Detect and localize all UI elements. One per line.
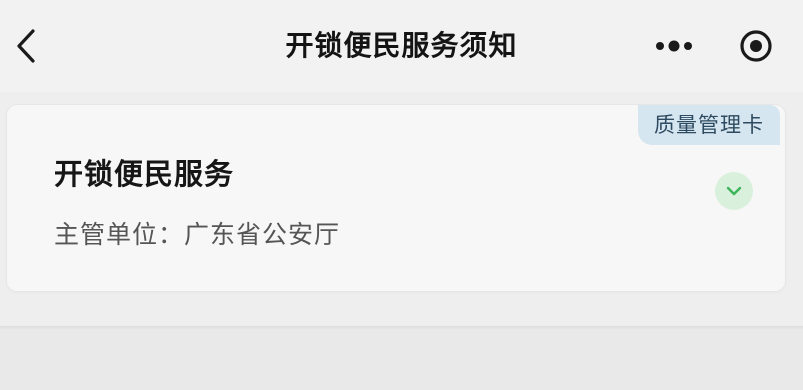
target-close-icon [740,30,772,62]
more-dots-icon [656,40,692,52]
close-miniprogram-button[interactable] [734,24,778,68]
chevron-down-icon [726,186,742,196]
lower-section [0,326,803,390]
service-name: 开锁便民服务 [54,157,235,191]
authority-value: 广东省公安厅 [184,220,341,249]
service-card: 质量管理卡 开锁便民服务 主管单位：广东省公安厅 [7,105,785,291]
authority-label: 主管单位： [54,220,185,249]
expand-button[interactable] [715,172,753,210]
section-divider [0,326,803,330]
quality-card-badge[interactable]: 质量管理卡 [638,105,780,145]
authority-line: 主管单位：广东省公安厅 [54,215,340,251]
more-options-button[interactable] [650,26,698,66]
navigation-bar: 开锁便民服务须知 [0,0,803,92]
